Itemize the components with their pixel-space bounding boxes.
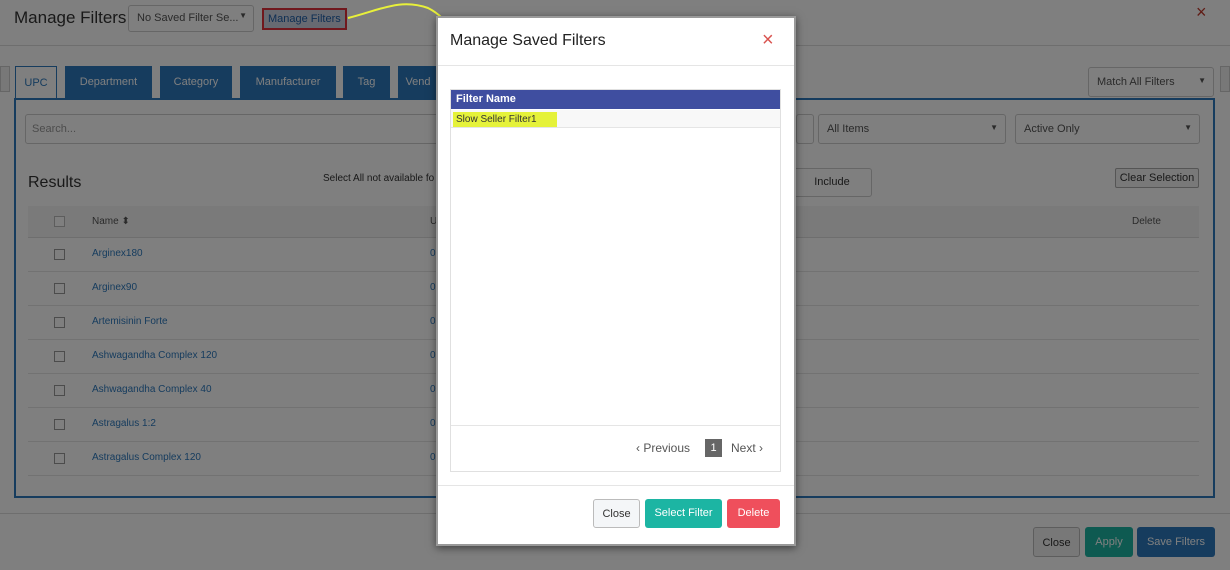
filter-name-header: Filter Name [451, 90, 780, 109]
modal-header-divider [438, 65, 794, 66]
modal-close-button[interactable]: Close [593, 499, 640, 528]
modal-footer-divider [438, 485, 794, 486]
pager-previous-label: Previous [643, 441, 691, 455]
chevron-right-icon: › [759, 441, 764, 455]
delete-button[interactable]: Delete [727, 499, 780, 528]
saved-filter-row[interactable]: Slow Seller Filter1 [451, 110, 780, 128]
manage-saved-filters-modal: Manage Saved Filters × Filter Name Slow … [436, 16, 796, 546]
saved-filter-name[interactable]: Slow Seller Filter1 [453, 112, 557, 127]
modal-title: Manage Saved Filters [450, 32, 606, 49]
pager-next[interactable]: Next › [731, 441, 763, 455]
callout-arrow-line [347, 3, 451, 29]
modal-close-icon[interactable]: × [762, 28, 774, 52]
pager-divider [451, 425, 780, 426]
pager-next-label: Next [731, 441, 756, 455]
select-filter-button[interactable]: Select Filter [645, 499, 722, 528]
pager-current-page[interactable]: 1 [705, 439, 722, 457]
saved-filters-table: Filter Name Slow Seller Filter1 ‹ Previo… [450, 89, 781, 472]
pager-previous[interactable]: ‹ Previous [636, 441, 690, 455]
